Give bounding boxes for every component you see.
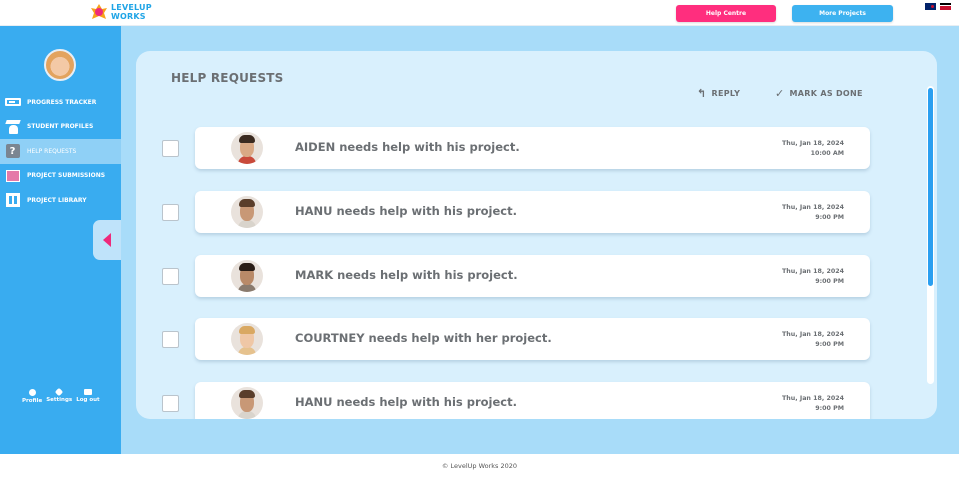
page-title: HELP REQUESTS (171, 71, 284, 85)
request-timestamp: Thu, Jan 18, 2024 9:00 PM (782, 268, 844, 285)
help-request-card[interactable]: COURTNEY needs help with her project. Th… (195, 318, 870, 360)
row-checkbox[interactable] (162, 204, 179, 221)
request-message: HANU needs help with his project. (295, 395, 517, 409)
scrollbar[interactable] (927, 86, 934, 384)
help-request-card[interactable]: HANU needs help with his project. Thu, J… (195, 382, 870, 419)
sidebar-item-label: PROJECT SUBMISSIONS (27, 172, 106, 180)
teacher-avatar[interactable] (44, 49, 76, 81)
settings-link[interactable]: Settings (46, 387, 72, 404)
more-projects-button[interactable]: More Projects (792, 5, 893, 22)
reply-icon: ↰ (697, 87, 707, 100)
request-message: AIDEN needs help with his project. (295, 140, 520, 154)
request-message: MARK needs help with his project. (295, 268, 518, 282)
sidebar: PROGRESS TRACKER STUDENT PROFILES ? HELP… (0, 26, 121, 454)
row-checkbox[interactable] (162, 395, 179, 412)
top-bar: LEVELUP WORKS Help Centre More Projects (0, 0, 959, 26)
student-avatar (231, 196, 263, 228)
sidebar-item-project-library[interactable]: PROJECT LIBRARY (0, 188, 121, 213)
help-centre-button[interactable]: Help Centre (676, 5, 776, 22)
student-avatar (231, 260, 263, 292)
progress-tracker-icon (4, 95, 21, 110)
list-item: AIDEN needs help with his project. Thu, … (136, 127, 896, 169)
logout-icon (83, 389, 92, 395)
copyright-text: © LevelUp Works 2020 (441, 462, 518, 470)
account-links: Profile Settings Log out (22, 387, 100, 404)
help-request-card[interactable]: MARK needs help with his project. Thu, J… (195, 255, 870, 297)
sidebar-item-progress-tracker[interactable]: PROGRESS TRACKER (0, 90, 121, 115)
help-request-card[interactable]: AIDEN needs help with his project. Thu, … (195, 127, 870, 169)
request-timestamp: Thu, Jan 18, 2024 10:00 AM (782, 140, 844, 157)
student-avatar (231, 323, 263, 355)
sidebar-item-label: HELP REQUESTS (27, 147, 77, 155)
levelup-works-logo[interactable]: LEVELUP WORKS (90, 3, 152, 21)
logo-icon (90, 3, 108, 21)
request-message: COURTNEY needs help with her project. (295, 331, 552, 345)
profile-link[interactable]: Profile (22, 389, 42, 404)
list-item: MARK needs help with his project. Thu, J… (136, 255, 896, 297)
sidebar-nav: PROGRESS TRACKER STUDENT PROFILES ? HELP… (0, 90, 121, 213)
sidebar-item-student-profiles[interactable]: STUDENT PROFILES (0, 115, 121, 140)
list-item: HANU needs help with his project. Thu, J… (136, 191, 896, 233)
student-avatar (231, 387, 263, 419)
student-avatar (231, 132, 263, 164)
main-area: HELP REQUESTS ↰ REPLY ✓ MARK AS DONE AID… (121, 26, 959, 454)
scrollbar-thumb[interactable] (928, 88, 933, 286)
collapse-sidebar-button[interactable] (93, 220, 121, 260)
row-checkbox[interactable] (162, 268, 179, 285)
row-checkbox[interactable] (162, 140, 179, 157)
request-timestamp: Thu, Jan 18, 2024 9:00 PM (782, 204, 844, 221)
student-profiles-icon (4, 119, 21, 135)
row-checkbox[interactable] (162, 331, 179, 348)
project-library-icon (4, 193, 21, 208)
reply-button[interactable]: ↰ REPLY (697, 88, 740, 99)
help-request-card[interactable]: HANU needs help with his project. Thu, J… (195, 191, 870, 233)
sidebar-item-label: PROGRESS TRACKER (27, 98, 97, 106)
request-timestamp: Thu, Jan 18, 2024 9:00 PM (782, 395, 844, 412)
logout-link[interactable]: Log out (76, 389, 100, 404)
checkmark-icon: ✓ (775, 87, 785, 100)
profile-icon (28, 389, 36, 396)
mark-as-done-button[interactable]: ✓ MARK AS DONE (775, 88, 863, 99)
gear-icon (54, 387, 64, 397)
sidebar-item-label: PROJECT LIBRARY (27, 196, 87, 204)
list-item: COURTNEY needs help with her project. Th… (136, 318, 896, 360)
chevron-left-icon (103, 233, 111, 247)
sidebar-item-project-submissions[interactable]: PROJECT SUBMISSIONS (0, 164, 121, 189)
nz-flag-icon[interactable] (925, 3, 936, 10)
maori-flag-icon[interactable] (940, 3, 951, 10)
logo-text: LEVELUP WORKS (111, 3, 152, 21)
footer: © LevelUp Works 2020 (0, 454, 959, 478)
project-submissions-icon (4, 168, 21, 183)
sidebar-item-help-requests[interactable]: ? HELP REQUESTS (0, 139, 121, 164)
request-message: HANU needs help with his project. (295, 204, 517, 218)
list-item: HANU needs help with his project. Thu, J… (136, 382, 896, 419)
sidebar-item-label: STUDENT PROFILES (27, 123, 94, 131)
help-requests-icon: ? (4, 144, 21, 159)
request-timestamp: Thu, Jan 18, 2024 9:00 PM (782, 331, 844, 348)
help-requests-panel: HELP REQUESTS ↰ REPLY ✓ MARK AS DONE AID… (136, 51, 937, 419)
